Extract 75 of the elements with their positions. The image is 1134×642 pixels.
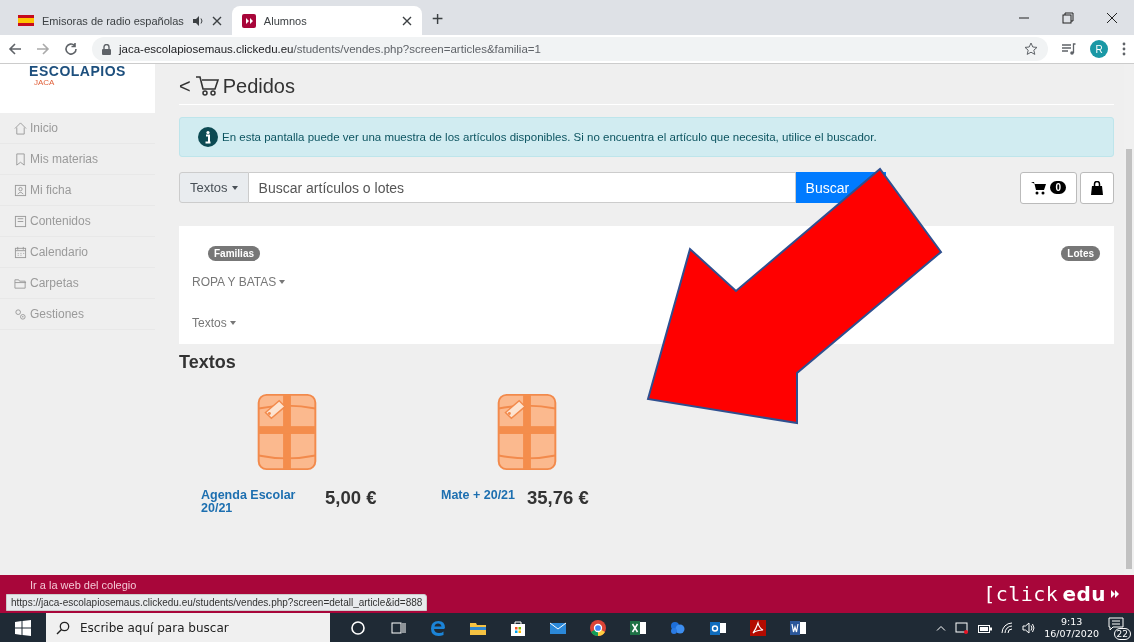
- clickedu-logo: [click edu: [983, 582, 1120, 606]
- bag-button[interactable]: [1080, 171, 1114, 204]
- family-dropdown[interactable]: Textos: [192, 316, 236, 330]
- edge-browser-icon[interactable]: [429, 619, 447, 637]
- search-icon: [56, 621, 70, 635]
- product-price: 35,76 €: [527, 487, 589, 509]
- info-text: En esta pantalla puede ver una muestra de los artículos disponibles. Si no encuentra el artículo que necesita, utilice el buscador.: [222, 131, 877, 143]
- battery-icon[interactable]: [978, 623, 993, 633]
- notifications-button[interactable]: 22: [1108, 616, 1128, 640]
- school-web-link[interactable]: Ir a la web del colegio: [30, 579, 137, 591]
- lots-badge: Lotes: [1061, 246, 1100, 261]
- close-icon[interactable]: [401, 15, 412, 26]
- spreadsheet-app-icon[interactable]: [629, 619, 647, 637]
- id-card-icon: [14, 183, 27, 197]
- lock-icon: [102, 43, 111, 55]
- double-chevron-icon: [1110, 589, 1120, 599]
- site-logo-icon: [241, 13, 256, 28]
- category-dropdown[interactable]: Textos: [179, 172, 249, 203]
- home-icon: [14, 121, 27, 135]
- cart-icon: [194, 75, 219, 97]
- menu-icon[interactable]: [1122, 42, 1126, 56]
- book-icon: [14, 214, 27, 228]
- product-link[interactable]: Mate + 20/21: [441, 489, 515, 502]
- info-icon: [198, 127, 218, 147]
- product-link[interactable]: Agenda Escolar 20/21: [201, 489, 313, 515]
- cortana-icon[interactable]: [349, 619, 367, 637]
- cart-icon: [1031, 180, 1048, 195]
- families-badge: Familias: [208, 246, 261, 261]
- profile-avatar[interactable]: R: [1090, 40, 1108, 58]
- page-title: Pedidos: [222, 74, 295, 98]
- flag-icon: [18, 15, 34, 26]
- tab-title: Emisoras de radio españolas: [42, 14, 184, 27]
- back-icon[interactable]: [8, 42, 22, 56]
- windows-start-icon[interactable]: [15, 620, 31, 636]
- gears-icon: [14, 307, 27, 321]
- star-icon[interactable]: [1024, 42, 1038, 56]
- cloud-app-icon[interactable]: [669, 619, 687, 637]
- product-price: 5,00 €: [325, 487, 377, 509]
- reload-icon[interactable]: [64, 42, 78, 56]
- bag-icon: [1091, 180, 1103, 195]
- tab-title: Alumnos: [263, 14, 308, 27]
- store-icon[interactable]: [509, 619, 527, 637]
- remote-screen-icon[interactable]: [955, 622, 970, 634]
- close-icon[interactable]: [1106, 11, 1118, 24]
- taskbar-search-field[interactable]: Escribe aquí para buscar: [46, 613, 330, 642]
- word-processor-icon[interactable]: [789, 619, 807, 637]
- family-dropdown[interactable]: ROPA Y BATAS: [192, 275, 286, 289]
- chevron-up-icon[interactable]: [936, 625, 947, 631]
- restore-icon[interactable]: [1062, 11, 1074, 24]
- chrome-icon[interactable]: [589, 619, 607, 637]
- new-tab-button[interactable]: +: [431, 8, 444, 31]
- browser-tab[interactable]: Alumnos: [231, 6, 422, 35]
- status-url: https://jaca-escolapiosemaus.clickedu.eu/students/vendes.php?screen=detall_article&id=888: [6, 594, 428, 611]
- close-icon[interactable]: [211, 15, 222, 26]
- mail-client-icon[interactable]: [709, 619, 727, 637]
- scrollbar-thumb[interactable]: [1126, 149, 1132, 569]
- task-view-icon[interactable]: [389, 619, 407, 637]
- volume-icon[interactable]: [1022, 622, 1036, 634]
- back-button[interactable]: <: [179, 74, 191, 98]
- message-icon: [1108, 617, 1124, 631]
- address-bar[interactable]: jaca-escolapiosemaus.clickedu.eu/students/vendes.php?screen=articles&familia=1: [92, 37, 1048, 61]
- section-heading: Textos: [179, 352, 237, 373]
- school-logo[interactable]: ESCOLAPIOS JACA: [0, 64, 155, 113]
- browser-tab[interactable]: Emisoras de radio españolas: [8, 6, 232, 35]
- cart-button[interactable]: 0: [1020, 171, 1077, 204]
- wifi-icon[interactable]: [1001, 622, 1014, 634]
- pdf-reader-icon[interactable]: [749, 619, 767, 637]
- cart-count: 0: [1050, 181, 1066, 194]
- url-text: jaca-escolapiosemaus.clickedu.eu/students/vendes.php?screen=articles&familia=1: [119, 43, 541, 55]
- calendar-icon: [14, 245, 27, 259]
- bookmark-icon: [14, 152, 27, 166]
- taskbar-clock[interactable]: 9:13 16/07/2020: [1044, 616, 1099, 640]
- playlist-icon[interactable]: [1062, 43, 1076, 55]
- folder-icon: [14, 276, 27, 290]
- search-field[interactable]: Buscar artículos o lotes: [248, 172, 796, 203]
